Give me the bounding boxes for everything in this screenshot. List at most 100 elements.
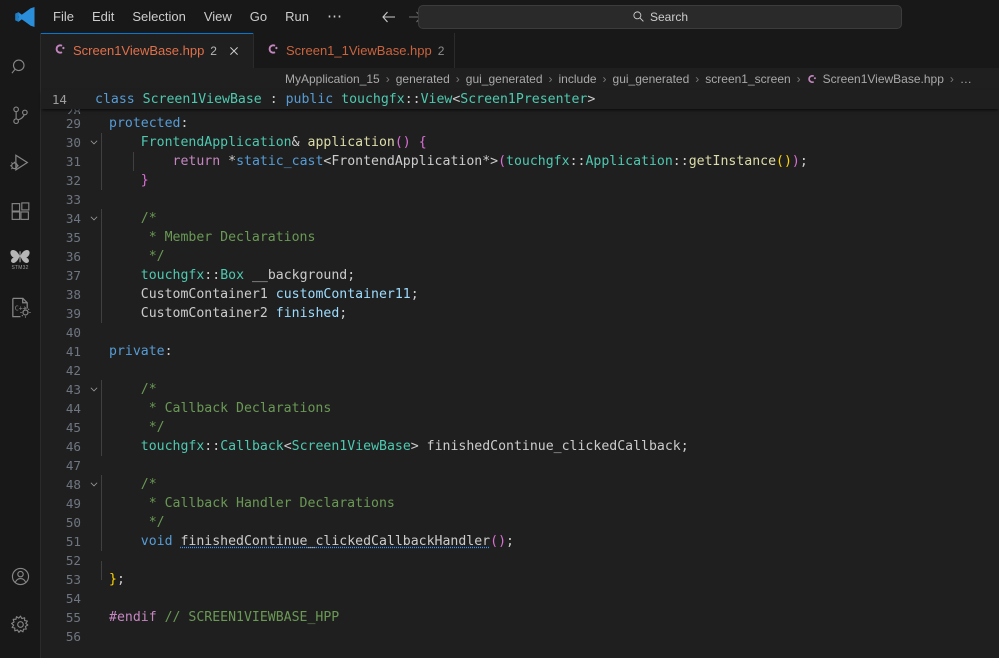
line-number[interactable]: 49 xyxy=(41,494,87,513)
search-icon xyxy=(10,58,25,74)
chevron-down-icon[interactable] xyxy=(87,380,101,399)
line-number[interactable]: 54 xyxy=(41,589,87,608)
code-line: 37 touchgfx::Box __background; xyxy=(41,266,999,285)
sidebar-item-run-and-debug[interactable] xyxy=(0,139,41,187)
code-token: * Callback Declarations xyxy=(109,401,332,416)
line-number[interactable]: 30 xyxy=(41,133,87,152)
line-number[interactable]: 29 xyxy=(41,114,87,133)
line-number[interactable]: 47 xyxy=(41,456,87,475)
code-line: 46 touchgfx::Callback<Screen1ViewBase> f… xyxy=(41,437,999,456)
line-number[interactable]: 36 xyxy=(41,247,87,266)
breadcrumb-item-6[interactable]: Screen1ViewBase.hpp xyxy=(822,72,945,86)
sidebar-item-cpp-tools[interactable]: C++ xyxy=(0,283,41,331)
code-editor[interactable]: 2829protected:30 FrontendApplication& ap… xyxy=(41,109,999,658)
line-number[interactable]: 35 xyxy=(41,228,87,247)
editor-tabs: Screen1ViewBase.hpp 2 Screen1_1ViewBase.… xyxy=(41,33,999,68)
code-token: > xyxy=(587,92,596,107)
breadcrumb-item-3[interactable]: include xyxy=(558,72,598,86)
breadcrumb-item-4[interactable]: gui_generated xyxy=(612,72,691,86)
code-line: 49 * Callback Handler Declarations xyxy=(41,494,999,513)
code-token: Screen1Presenter xyxy=(460,92,588,107)
chevron-down-icon[interactable] xyxy=(87,133,101,152)
line-number[interactable]: 31 xyxy=(41,152,87,171)
indent-guide xyxy=(101,285,102,304)
code-token: & xyxy=(291,135,308,150)
chevron-down-icon[interactable] xyxy=(87,209,101,228)
code-line-text: /* xyxy=(101,475,157,494)
line-number[interactable]: 39 xyxy=(41,304,87,323)
code-line: 44 * Callback Declarations xyxy=(41,399,999,418)
indent-guide xyxy=(101,532,102,551)
code-token: ; xyxy=(347,268,356,283)
code-token: :: xyxy=(204,439,221,454)
back-button[interactable] xyxy=(378,7,400,27)
code-line: 30 FrontendApplication& application() { xyxy=(41,133,999,152)
code-token: static_cast xyxy=(236,154,324,169)
sidebar-item-accounts[interactable] xyxy=(0,552,41,600)
line-number[interactable]: 34 xyxy=(41,209,87,228)
sidebar-item-manage[interactable] xyxy=(0,600,41,648)
code-line: 42 xyxy=(41,361,999,380)
line-number[interactable]: 50 xyxy=(41,513,87,532)
command-center-search[interactable]: Search xyxy=(418,4,902,29)
indent-guide xyxy=(132,152,134,171)
close-icon[interactable] xyxy=(225,42,243,60)
menu-go[interactable]: Go xyxy=(241,6,276,28)
line-number[interactable]: 52 xyxy=(41,551,87,570)
line-number[interactable]: 44 xyxy=(41,399,87,418)
code-line-text: protected: xyxy=(101,114,188,133)
code-token: #endif xyxy=(109,610,165,625)
code-token: { xyxy=(418,135,427,150)
code-line: 48 /* xyxy=(41,475,999,494)
titlebar: File Edit Selection View Go Run ⋯ Search xyxy=(0,0,999,33)
sidebar-item-source-control[interactable] xyxy=(0,91,41,139)
code-line-text: /* xyxy=(101,380,157,399)
line-number[interactable]: 38 xyxy=(41,285,87,304)
indent-guide xyxy=(101,266,102,285)
code-token: :: xyxy=(204,268,221,283)
cpp-file-icon xyxy=(806,73,818,85)
tab-screen1-1viewbase[interactable]: Screen1_1ViewBase.hpp 2 xyxy=(253,33,456,68)
line-number[interactable]: 48 xyxy=(41,475,87,494)
line-number[interactable]: 41 xyxy=(41,342,87,361)
breadcrumb-item-2[interactable]: gui_generated xyxy=(465,72,544,86)
gear-icon xyxy=(10,615,28,633)
line-number[interactable]: 56 xyxy=(41,627,87,646)
tab-screen1viewbase[interactable]: Screen1ViewBase.hpp 2 xyxy=(41,33,254,68)
sidebar-item-search[interactable] xyxy=(0,43,41,91)
indent-guide xyxy=(101,247,102,266)
menu-overflow[interactable]: ⋯ xyxy=(318,8,352,25)
sidebar-item-extensions[interactable] xyxy=(0,187,41,235)
line-number[interactable]: 46 xyxy=(41,437,87,456)
line-number[interactable]: 40 xyxy=(41,323,87,342)
menu-run[interactable]: Run xyxy=(276,6,318,28)
breadcrumb-item-0[interactable]: MyApplication_15 xyxy=(284,72,381,86)
sidebar-item-stm32[interactable]: STM32 xyxy=(0,235,41,283)
breadcrumb-item-1[interactable]: generated xyxy=(395,72,451,86)
breadcrumb-item-7[interactable]: … xyxy=(959,72,973,86)
menu-view[interactable]: View xyxy=(195,6,241,28)
breadcrumb-item-5[interactable]: screen1_screen xyxy=(704,72,791,86)
line-number[interactable]: 33 xyxy=(41,190,87,209)
line-number[interactable]: 43 xyxy=(41,380,87,399)
line-number[interactable]: 55 xyxy=(41,608,87,627)
chevron-down-icon[interactable] xyxy=(87,475,101,494)
line-number[interactable]: 42 xyxy=(41,361,87,380)
code-line: 29 protected: xyxy=(41,114,999,133)
line-number[interactable]: 53 xyxy=(41,570,87,589)
menu-edit[interactable]: Edit xyxy=(83,6,123,28)
line-number[interactable]: 45 xyxy=(41,418,87,437)
line-number[interactable]: 32 xyxy=(41,171,87,190)
sticky-scroll-line[interactable]: 14 class Screen1ViewBase : public touchg… xyxy=(41,90,999,109)
breadcrumb-separator: › xyxy=(602,72,607,86)
code-token: */ xyxy=(109,420,165,435)
indent-guide xyxy=(101,494,102,513)
code-token: :: xyxy=(404,92,421,107)
code-token: finished xyxy=(275,306,340,321)
breadcrumb-separator: › xyxy=(455,72,460,86)
code-line: 38 CustomContainer1 customContainer11; xyxy=(41,285,999,304)
menu-selection[interactable]: Selection xyxy=(123,6,194,28)
line-number[interactable]: 37 xyxy=(41,266,87,285)
menu-file[interactable]: File xyxy=(44,6,83,28)
line-number[interactable]: 51 xyxy=(41,532,87,551)
